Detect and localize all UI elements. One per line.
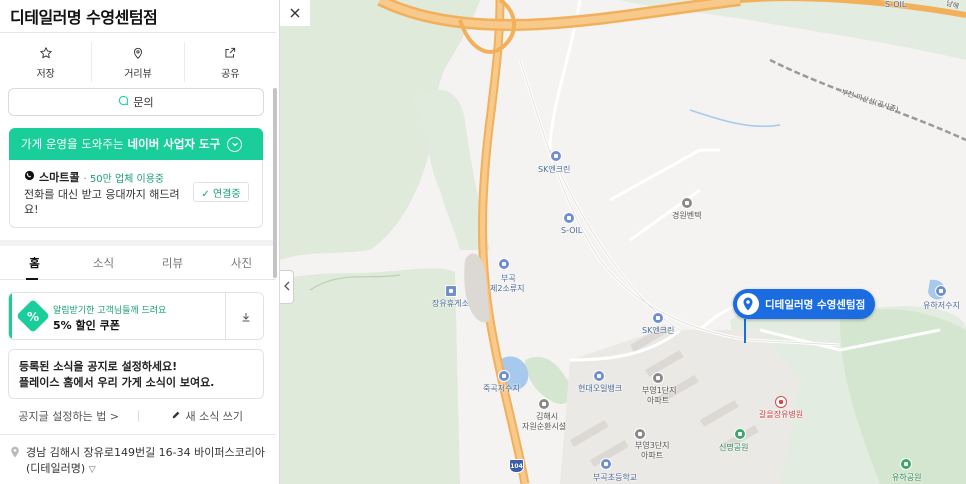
tab-home[interactable]: 홈 — [0, 246, 69, 280]
gas-station-icon[interactable] — [593, 370, 605, 382]
inquiry-button[interactable]: 문의 — [8, 88, 264, 116]
notice-card: 등록된 소식을 공지로 설정하세요! 플레이스 홈에서 우리 가게 소식이 보여… — [8, 349, 264, 399]
location-pin-icon — [10, 446, 20, 463]
reservoir-icon[interactable] — [935, 285, 947, 297]
map-label-jukgok[interactable]: 죽곡저수지 — [483, 383, 520, 394]
map-label-yuha[interactable]: 유하저수지 — [923, 300, 960, 311]
tab-news[interactable]: 소식 — [69, 246, 138, 279]
map-label-gimhae2[interactable]: 자원순환시설 — [522, 421, 566, 432]
gas-station-icon[interactable] — [563, 212, 575, 224]
download-icon — [240, 308, 252, 327]
map-label-jaeri[interactable]: 제2소류지 — [490, 283, 525, 294]
gas-station-icon[interactable] — [652, 312, 664, 324]
panel-scrollbar[interactable] — [273, 88, 277, 278]
share-label: 공유 — [221, 68, 240, 80]
chevron-down-icon — [227, 136, 243, 152]
park-icon[interactable] — [734, 428, 746, 440]
hospital-icon[interactable] — [775, 396, 787, 408]
map-label-bugokes[interactable]: 부곡초등학교 — [593, 472, 637, 483]
collapse-panel-button[interactable] — [280, 270, 294, 304]
action-bar: 저장 거리뷰 공유 — [0, 42, 276, 82]
share-button[interactable]: 공유 — [185, 42, 276, 82]
business-tools-banner[interactable]: 가게 운영을 도와주는 네이버 사업자 도구 — [9, 128, 263, 160]
business-banner-prefix: 가게 운영을 도와주는 — [21, 137, 124, 151]
street-view-button[interactable]: 거리뷰 — [92, 42, 185, 82]
coupon-title: 5% 할인 쿠폰 — [53, 319, 120, 332]
smart-call-description: 전화를 대신 받고 응대까지 해드려요! — [24, 188, 180, 216]
notice-links: 공지글 설정하는 법 > 새 소식 쓰기 — [0, 404, 276, 428]
rest-area-icon[interactable] — [445, 285, 457, 297]
map-base — [280, 0, 966, 484]
map-label-soil-top[interactable]: S-OIL — [885, 0, 906, 9]
apartment-icon[interactable] — [652, 372, 664, 384]
address[interactable]: 경남 김해시 장유로149번길 16-34 바이퍼스코리아(디테일러명) ▽ — [10, 445, 272, 478]
phone-icon — [24, 170, 35, 184]
map-label-sk2[interactable]: SK엔크린 — [642, 325, 674, 336]
chevron-down-icon: ▽ — [88, 465, 96, 475]
pencil-icon — [171, 410, 181, 423]
business-banner-strong: 네이버 사업자 도구 — [127, 137, 221, 151]
place-title: 디테일러명 수영센텀점 — [10, 8, 158, 27]
divider — [0, 434, 276, 435]
map-label-sinmyeong[interactable]: 신명공원 — [719, 442, 748, 453]
map-label-gyeongwon[interactable]: 경원벤텍 — [672, 210, 701, 221]
map-label-galeul[interactable]: 갈을장유병원 — [759, 409, 803, 420]
smart-call-name: 스마트콜 — [39, 171, 80, 184]
percent-icon: % — [26, 310, 40, 324]
close-icon — [289, 4, 301, 23]
reservoir-icon[interactable] — [498, 258, 510, 270]
facility-icon[interactable] — [538, 398, 550, 410]
smart-call-title: 스마트콜 · 50만 업체 이용중 — [24, 169, 164, 185]
map-label-sk1[interactable]: SK엔크린 — [538, 164, 570, 175]
place-marker[interactable]: 디테일러명 수영센텀점 — [733, 289, 876, 319]
smart-call-connect-button[interactable]: ✓ 연결중 — [193, 182, 249, 202]
marker-label: 디테일러명 수영센텀점 — [765, 298, 866, 311]
write-news-link[interactable]: 새 소식 쓰기 — [139, 404, 277, 428]
building-icon[interactable] — [681, 197, 693, 209]
smart-call-usage: · 50만 업체 이용중 — [83, 173, 165, 185]
smart-call-card: 스마트콜 · 50만 업체 이용중 전화를 대신 받고 응대까지 해드려요! ✓… — [9, 160, 263, 228]
coupon-download-button[interactable] — [225, 293, 263, 339]
marker-stem — [744, 319, 746, 343]
coupon-card[interactable]: % 알림받기한 고객님들께 드려요 5% 할인 쿠폰 — [8, 292, 264, 340]
address-text: 경남 김해시 장유로149번길 16-34 바이퍼스코리아(디테일러명) — [26, 446, 265, 475]
tab-bar: 홈 소식 리뷰 사진 — [0, 246, 276, 280]
star-icon — [39, 45, 53, 61]
close-button[interactable] — [280, 0, 310, 26]
notice-howto-link[interactable]: 공지글 설정하는 법 > — [0, 404, 138, 428]
location-pin-icon — [737, 293, 759, 315]
divider — [0, 32, 276, 33]
reservoir-icon[interactable] — [498, 370, 510, 382]
street-view-label: 거리뷰 — [124, 68, 152, 80]
gas-station-icon[interactable] — [550, 150, 562, 162]
apartment-icon[interactable] — [634, 428, 646, 440]
school-icon[interactable] — [600, 458, 612, 470]
map-label-hyundai[interactable]: 현대오일뱅크 — [578, 383, 622, 394]
save-button[interactable]: 저장 — [0, 42, 93, 82]
notice-line2: 플레이스 홈에서 우리 가게 소식이 보여요. — [19, 376, 215, 389]
chat-icon — [118, 95, 129, 109]
park-icon[interactable] — [900, 458, 912, 470]
save-label: 저장 — [36, 68, 55, 80]
map-canvas[interactable]: SK엔크린 S-OIL S-OIL 경원벤텍 부곡 제2소류지 장유휴게소 SK… — [280, 0, 966, 484]
notice-howto-label: 공지글 설정하는 법 > — [18, 410, 120, 423]
inquiry-label: 문의 — [133, 96, 154, 109]
coupon-subtitle: 알림받기한 고객님들께 드려요 — [53, 306, 167, 316]
street-view-pin-icon — [131, 45, 145, 61]
notice-line1: 등록된 소식을 공지로 설정하세요! — [19, 360, 178, 373]
chevron-left-icon — [283, 281, 290, 294]
place-panel: 디테일러명 수영센텀점 저장 거리뷰 공유 문의 가게 운영을 도와주는 네이버… — [0, 0, 280, 484]
share-icon — [223, 45, 237, 61]
map-label-soil[interactable]: S-OIL — [561, 226, 582, 235]
highway-shield: 104 — [509, 459, 524, 473]
write-news-label: 새 소식 쓰기 — [185, 410, 244, 423]
map-label-bogae1-apt[interactable]: 아파트 — [647, 395, 669, 406]
tab-reviews[interactable]: 리뷰 — [138, 246, 207, 279]
coupon-accent-bar — [9, 293, 12, 339]
tab-photos[interactable]: 사진 — [207, 246, 276, 279]
map-label-jangyu-rest[interactable]: 장유휴게소 — [432, 298, 469, 309]
map-label-bogae3-apt[interactable]: 아파트 — [641, 450, 663, 461]
map-label-yuha-park[interactable]: 유하공원 — [892, 472, 921, 483]
